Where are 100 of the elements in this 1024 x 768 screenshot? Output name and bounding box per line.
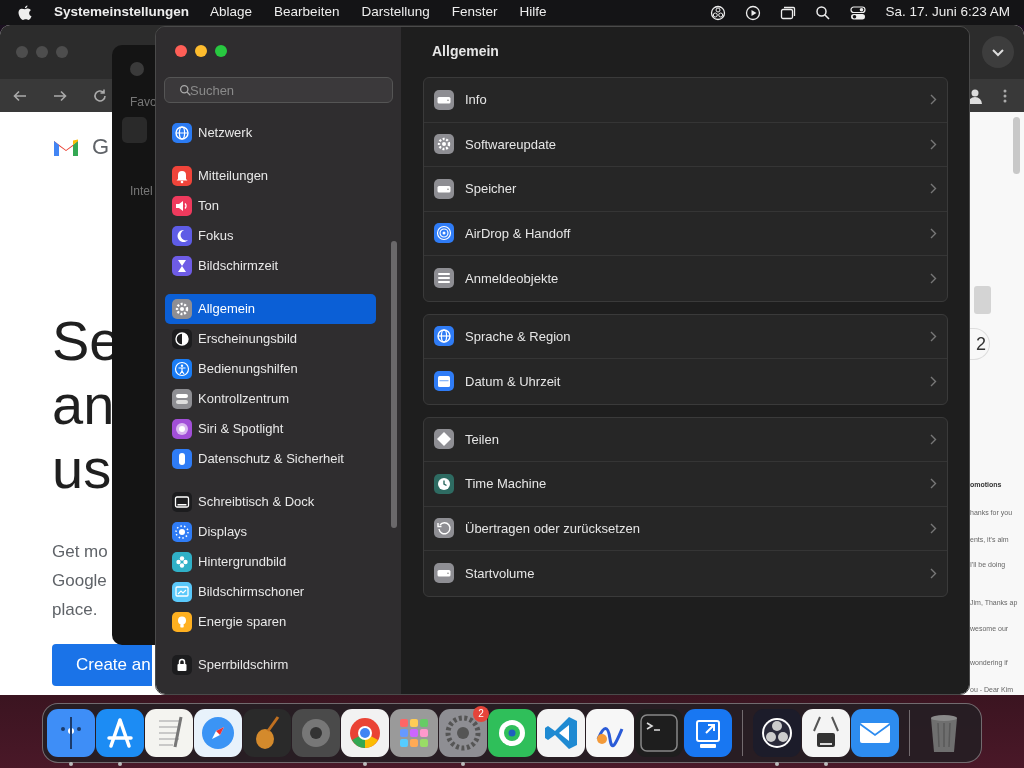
sidebar-item[interactable]: Schreibtisch & Dock	[165, 487, 376, 517]
sidebar-item[interactable]: Siri & Spotlight	[165, 414, 376, 444]
sidebar-item[interactable]: Fokus	[165, 221, 376, 251]
body-text: Google	[52, 570, 107, 592]
play-icon[interactable]	[745, 4, 762, 21]
chevron-icon	[930, 227, 937, 239]
search-icon[interactable]	[815, 4, 832, 21]
app-icon[interactable]	[341, 709, 389, 757]
dock-icon	[172, 492, 192, 512]
toggle-icon	[172, 389, 192, 409]
sidebar-item[interactable]: Displays	[165, 517, 376, 547]
speaker-icon	[172, 196, 192, 216]
gear-icon	[434, 134, 454, 155]
windows-icon[interactable]	[780, 4, 797, 21]
menu-item[interactable]: Bearbeiten	[274, 2, 340, 23]
sidebar-item[interactable]: Hintergrundbild	[165, 547, 376, 577]
settings-row[interactable]: Speicher	[424, 167, 947, 212]
sidebar-item[interactable]: Allgemein	[165, 294, 376, 324]
content-block	[974, 286, 991, 314]
sidebar-item[interactable]: Mitteilungen	[165, 161, 376, 191]
section-label: Intel	[130, 183, 154, 200]
scrollbar-thumb[interactable]	[1013, 117, 1020, 174]
settings-row[interactable]: Teilen	[424, 417, 947, 462]
menu-item[interactable]: Ablage	[210, 2, 253, 23]
row-label: Datum & Uhrzeit	[465, 372, 561, 391]
app-icon[interactable]	[537, 709, 585, 757]
search-icon	[179, 84, 192, 97]
window-control[interactable]	[175, 45, 187, 57]
chevron-icon	[930, 433, 937, 445]
app-icon[interactable]	[194, 709, 242, 757]
row-label: Übertragen oder zurücksetzen	[465, 519, 640, 538]
moon-icon	[172, 226, 192, 246]
sidebar-item[interactable]: Bedienungshilfen	[165, 354, 376, 384]
headline-text: an	[52, 377, 115, 433]
chevron-icon	[930, 478, 937, 490]
reload-icon[interactable]	[92, 87, 108, 104]
sidebar-item[interactable]: Netzwerk	[165, 118, 376, 148]
settings-row[interactable]: Datum & Uhrzeit	[424, 359, 947, 404]
menu-item[interactable]: Fenster	[451, 2, 498, 23]
settings-row[interactable]: Info	[424, 78, 947, 123]
body-text: place.	[52, 599, 98, 621]
sidebar-item[interactable]: Kontrollzentrum	[165, 384, 376, 414]
sidebar-item[interactable]: Bildschirmschoner	[165, 577, 376, 607]
sidebar-item[interactable]: Sperrbildschirm	[165, 650, 376, 680]
contrast-icon	[172, 329, 192, 349]
menu-clock[interactable]: Sa. 17. Juni 6:23 AM	[885, 2, 1010, 23]
row-label: Time Machine	[465, 475, 547, 493]
bulb-icon	[172, 612, 192, 632]
app-icon[interactable]	[390, 709, 438, 757]
settings-row[interactable]: Sprache & Region	[424, 314, 947, 359]
drive-icon	[434, 563, 454, 584]
create-account-button[interactable]: Create an	[52, 644, 152, 686]
accessibility-icon	[172, 359, 192, 379]
sidebar-item[interactable]: Energie sparen	[165, 607, 376, 637]
row-label: Startvolume	[465, 564, 535, 583]
app-icon[interactable]	[145, 709, 193, 757]
more-icon[interactable]	[1002, 87, 1008, 104]
drive-icon	[434, 89, 454, 110]
window-control[interactable]	[195, 45, 207, 57]
sidebar-item[interactable]: Datenschutz & Sicherheit	[165, 444, 376, 474]
globe-icon	[172, 123, 192, 143]
app-icon[interactable]	[802, 709, 850, 757]
app-icon[interactable]	[243, 709, 291, 757]
scrollbar-thumb[interactable]	[391, 241, 397, 528]
reset-icon	[434, 518, 454, 539]
screen-icon	[172, 582, 192, 602]
row-label: Info	[465, 91, 487, 109]
app-icon[interactable]	[753, 709, 801, 757]
settings-row[interactable]: Startvolume	[424, 551, 947, 596]
sidebar-item[interactable]: Bildschirmzeit	[165, 251, 376, 281]
search-field[interactable]: Suchen	[164, 77, 393, 103]
menu-item[interactable]: Darstellung	[361, 2, 430, 23]
app-icon[interactable]	[586, 709, 634, 757]
chevron-icon	[930, 138, 937, 150]
apple-icon[interactable]	[18, 4, 32, 21]
headline-text: us	[52, 441, 112, 497]
settings-row[interactable]: Anmeldeobjekte	[424, 256, 947, 301]
chevron-icon	[930, 375, 937, 387]
app-menu[interactable]: Systemeinstellungen	[54, 2, 190, 23]
app-icon[interactable]	[684, 709, 732, 757]
control-center-icon[interactable]	[850, 4, 867, 21]
chevron-icon	[930, 522, 937, 534]
sidebar-item[interactable]: Erscheinungsbild	[165, 324, 376, 354]
globe-icon	[434, 326, 454, 347]
hand-icon	[172, 449, 192, 469]
window-control[interactable]	[215, 45, 227, 57]
row-label: Anmeldeobjekte	[465, 269, 559, 288]
settings-row[interactable]: Übertragen oder zurücksetzen	[424, 506, 947, 551]
sidebar-item[interactable]: Ton	[165, 191, 376, 221]
settings-row[interactable]: AirDrop & Handoff	[424, 211, 947, 256]
chevron-icon	[930, 567, 937, 579]
diamond-icon	[434, 429, 454, 450]
settings-row[interactable]: Softwareupdate	[424, 122, 947, 167]
settings-row[interactable]: Time Machine	[424, 462, 947, 507]
chevron-button[interactable]	[982, 36, 1014, 69]
app-icon[interactable]	[851, 709, 899, 757]
app-icon[interactable]	[96, 709, 144, 757]
drive-icon	[434, 178, 454, 199]
menu-item[interactable]: Hilfe	[519, 2, 547, 23]
app-icon[interactable]	[488, 709, 536, 757]
